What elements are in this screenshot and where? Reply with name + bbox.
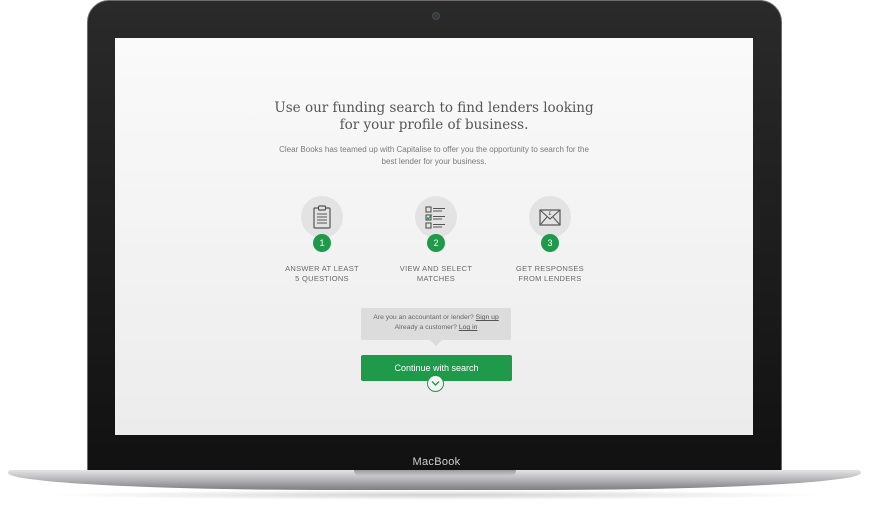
step-1-label: ANSWER AT LEAST 5 QUESTIONS xyxy=(267,264,377,284)
device-label: MacBook xyxy=(412,456,461,468)
account-tooltip: Are you an accountant or lender? Sign up… xyxy=(361,308,511,346)
step-2-label-line1: VIEW AND SELECT xyxy=(399,264,473,273)
tooltip-customer-text: Already a customer? xyxy=(394,324,457,331)
step-3-label-line1: GET RESPONSES xyxy=(516,264,584,273)
tooltip-line-1: Are you an accountant or lender? Sign up xyxy=(361,313,511,323)
checklist-icon xyxy=(425,206,445,229)
step-2-icon-circle xyxy=(415,196,457,238)
screen: Use our funding search to find lenders l… xyxy=(115,38,753,435)
log-in-link[interactable]: Log in xyxy=(459,324,478,331)
laptop-base-notch xyxy=(354,470,516,476)
step-3-number: 3 xyxy=(541,234,559,252)
step-3-label-line2: FROM LENDERS xyxy=(518,274,582,283)
clipboard-icon xyxy=(313,205,331,229)
step-2-label-line2: MATCHES xyxy=(416,274,456,283)
step-2-number: 2 xyxy=(427,234,445,252)
step-1-label-line1: ANSWER AT LEAST xyxy=(285,264,359,273)
step-3-icon-circle: £ xyxy=(529,196,571,238)
sign-up-link[interactable]: Sign up xyxy=(476,314,499,321)
page-headline: Use our funding search to find lenders l… xyxy=(274,100,594,133)
step-1-label-line2: 5 QUESTIONS xyxy=(295,274,349,283)
laptop-shadow xyxy=(40,490,830,500)
tooltip-line-2: Already a customer? Log in xyxy=(361,323,511,333)
step-1-number: 1 xyxy=(313,234,331,252)
tooltip-question-text: Are you an accountant or lender? xyxy=(373,314,474,321)
step-2-label: VIEW AND SELECT MATCHES xyxy=(381,264,491,284)
camera-dot xyxy=(432,12,440,20)
step-3-label: GET RESPONSES FROM LENDERS xyxy=(495,264,605,284)
svg-text:£: £ xyxy=(548,211,551,217)
step-1-icon-circle xyxy=(301,196,343,238)
envelope-icon: £ xyxy=(539,209,561,226)
scroll-down-button[interactable] xyxy=(427,375,444,392)
page-subtext: Clear Books has teamed up with Capitalis… xyxy=(279,145,589,166)
chevron-down-icon xyxy=(431,381,440,386)
